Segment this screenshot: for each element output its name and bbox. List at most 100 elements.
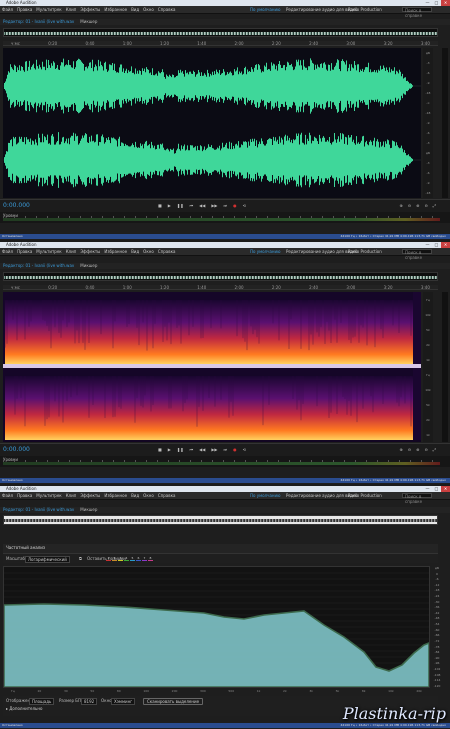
- hold-slot[interactable]: 4: [124, 556, 129, 561]
- workspace-radio[interactable]: Radio Production: [348, 248, 382, 255]
- hold-slot[interactable]: 2: [112, 556, 117, 561]
- vertical-scrollbar[interactable]: [442, 48, 448, 198]
- menu-file[interactable]: Файл: [2, 248, 13, 255]
- menu-multitrack[interactable]: Мультитрек: [36, 248, 61, 255]
- zoom-out-amplitude-icon[interactable]: ⊖: [408, 203, 411, 209]
- menu-window[interactable]: Окно: [143, 6, 154, 13]
- hz-label: 2k: [426, 342, 430, 347]
- help-search-input[interactable]: Поиск в справке: [402, 7, 432, 18]
- overview-bar[interactable]: [3, 515, 438, 525]
- overview-bar[interactable]: [3, 272, 438, 281]
- hold-slot[interactable]: 1: [106, 556, 111, 561]
- zoom-in-amplitude-icon[interactable]: ⊕: [399, 447, 402, 453]
- stop-icon[interactable]: ■: [158, 447, 162, 453]
- workspace-default[interactable]: По умолчанию: [250, 248, 281, 255]
- workspace-edit-video[interactable]: Редактирование аудио для видео: [286, 6, 358, 13]
- menu-effects[interactable]: Эффекты: [80, 492, 100, 499]
- scan-selection-button[interactable]: Сканировать выделение: [143, 698, 204, 705]
- stop-icon[interactable]: ■: [158, 203, 162, 209]
- menu-edit[interactable]: Правка: [17, 248, 32, 255]
- hold-slot[interactable]: 5: [130, 556, 135, 561]
- workspace-edit-video[interactable]: Редактирование аудио для видео: [286, 248, 358, 255]
- menu-clip[interactable]: Клип: [66, 6, 77, 13]
- forward-icon[interactable]: ▶▶: [211, 203, 217, 209]
- menu-help[interactable]: Справка: [158, 6, 176, 13]
- menu-effects[interactable]: Эффекты: [80, 6, 100, 13]
- workspace-default[interactable]: По умолчанию: [250, 492, 281, 499]
- loop-icon[interactable]: ⟲: [243, 203, 246, 209]
- loop-icon[interactable]: ⟲: [243, 447, 246, 453]
- tab-editor[interactable]: Редактор: 01 - Ivanii (live with.wav: [3, 263, 74, 269]
- menu-edit[interactable]: Правка: [17, 492, 32, 499]
- menu-file[interactable]: Файл: [2, 492, 13, 499]
- pause-icon[interactable]: ❚❚: [177, 203, 184, 209]
- display-select[interactable]: Площадь: [29, 698, 55, 705]
- tab-mixer[interactable]: Микшер: [80, 507, 97, 513]
- overview-bar[interactable]: [3, 28, 438, 37]
- zoom-out-amplitude-icon[interactable]: ⊖: [408, 447, 411, 453]
- menu-edit[interactable]: Правка: [17, 6, 32, 13]
- play-icon[interactable]: ▶: [168, 203, 171, 209]
- to-end-icon[interactable]: ⏭: [223, 203, 227, 209]
- window-select[interactable]: Хэмминг: [111, 698, 136, 705]
- time-ruler[interactable]: ч:мс 0:20 0:40 1:00 1:20 1:40 2:00 2:20 …: [3, 285, 438, 290]
- to-start-icon[interactable]: ⏮: [190, 203, 194, 209]
- workspace-radio[interactable]: Radio Production: [348, 492, 382, 499]
- menu-view[interactable]: Вид: [131, 492, 139, 499]
- menu-effects[interactable]: Эффекты: [80, 248, 100, 255]
- tab-editor[interactable]: Редактор: 01 - Ivanii (live with.wav: [3, 507, 74, 513]
- hold-slot[interactable]: 7: [142, 556, 147, 561]
- menu-view[interactable]: Вид: [131, 248, 139, 255]
- menu-favorites[interactable]: Избранное: [104, 6, 127, 13]
- spectral-display[interactable]: [3, 292, 421, 442]
- rewind-icon[interactable]: ◀◀: [199, 203, 205, 209]
- tab-editor[interactable]: Редактор: 01 - Ivanii (live with.wav: [3, 19, 74, 25]
- frequency-plot[interactable]: [3, 566, 430, 688]
- help-search-input[interactable]: Поиск в справке: [402, 249, 432, 260]
- tab-mixer[interactable]: Микшер: [80, 263, 97, 269]
- pause-icon[interactable]: ❚❚: [177, 447, 184, 453]
- menu-clip[interactable]: Клип: [66, 492, 77, 499]
- to-start-icon[interactable]: ⏮: [190, 447, 194, 453]
- scale-select[interactable]: Логарифмический: [25, 556, 70, 563]
- rewind-icon[interactable]: ◀◀: [199, 447, 205, 453]
- zoom-out-time-icon[interactable]: ⊖: [424, 203, 427, 209]
- record-icon[interactable]: ●: [233, 203, 237, 209]
- record-icon[interactable]: ●: [233, 447, 237, 453]
- workspace-default[interactable]: По умолчанию: [250, 6, 281, 13]
- time-ruler[interactable]: ч:мс 0:20 0:40 1:00 1:20 1:40 2:00 2:20 …: [3, 41, 438, 46]
- hold-slot[interactable]: 6: [136, 556, 141, 561]
- menu-view[interactable]: Вид: [131, 6, 139, 13]
- vertical-scrollbar[interactable]: [442, 292, 448, 442]
- menu-clip[interactable]: Клип: [66, 248, 77, 255]
- menu-help[interactable]: Справка: [158, 248, 176, 255]
- menu-multitrack[interactable]: Мультитрек: [36, 492, 61, 499]
- menu-file[interactable]: Файл: [2, 6, 13, 13]
- to-end-icon[interactable]: ⏭: [223, 447, 227, 453]
- zoom-out-time-icon[interactable]: ⊖: [424, 447, 427, 453]
- zoom-in-amplitude-icon[interactable]: ⊕: [399, 203, 402, 209]
- workspace-radio[interactable]: Radio Production: [348, 6, 382, 13]
- hold-slot[interactable]: 8: [148, 556, 153, 561]
- advanced-toggle[interactable]: ▸ Дополнительно: [6, 706, 42, 711]
- menu-multitrack[interactable]: Мультитрек: [36, 6, 61, 13]
- workspace-edit-video[interactable]: Редактирование аудио для видео: [286, 492, 358, 499]
- help-search-input[interactable]: Поиск в справке: [402, 493, 432, 504]
- forward-icon[interactable]: ▶▶: [211, 447, 217, 453]
- waveform-display[interactable]: [3, 48, 421, 198]
- tab-mixer[interactable]: Микшер: [80, 19, 97, 25]
- menu-favorites[interactable]: Избранное: [104, 492, 127, 499]
- menu-window[interactable]: Окно: [143, 492, 154, 499]
- db-axis-label: -42: [434, 610, 440, 615]
- zoom-in-time-icon[interactable]: ⊕: [416, 447, 419, 453]
- zoom-full-icon[interactable]: ⤢: [433, 203, 436, 209]
- zoom-full-icon[interactable]: ⤢: [433, 447, 436, 453]
- menu-help[interactable]: Справка: [158, 492, 176, 499]
- menu-favorites[interactable]: Избранное: [104, 248, 127, 255]
- play-icon[interactable]: ▶: [168, 447, 171, 453]
- hold-slot[interactable]: 3: [118, 556, 123, 561]
- hold-icon[interactable]: ⧉: [79, 556, 82, 561]
- fft-size-select[interactable]: 8192: [81, 698, 98, 705]
- menu-window[interactable]: Окно: [143, 248, 154, 255]
- zoom-in-time-icon[interactable]: ⊕: [416, 203, 419, 209]
